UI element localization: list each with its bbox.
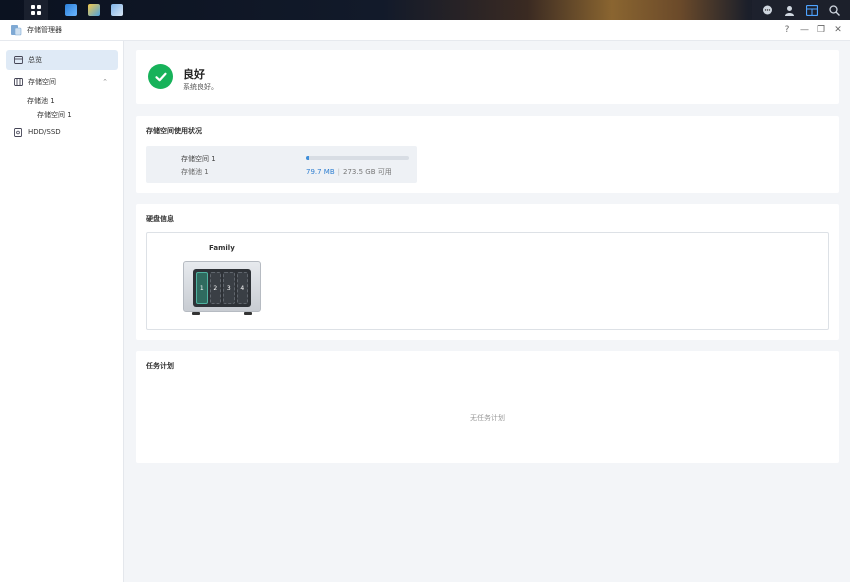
available-size: 273.5 GB 可用: [343, 168, 392, 176]
sidebar-item-storage[interactable]: 存储空间 ⌃: [14, 77, 118, 87]
volume-name: 存储空间 1: [181, 155, 216, 163]
drive-bay[interactable]: 4: [236, 272, 248, 304]
disk-info-panel: 硬盘信息 Family 1 2 3 4: [136, 204, 839, 340]
window-controls: ? — ❐ ✕: [783, 20, 842, 41]
main-menu-button[interactable]: [24, 0, 48, 20]
sidebar-item-label: 存储空间 1: [37, 111, 72, 119]
window-title: 存储管理器: [27, 26, 62, 34]
storage-usage-panel: 存储空间使用状况 存储空间 1 存储池 1 79.7 MB | 273.5 GB 可…: [136, 116, 839, 193]
drive-bay[interactable]: 3: [223, 272, 235, 304]
widgets-icon[interactable]: [805, 3, 819, 17]
nas-foot: [244, 312, 252, 315]
close-button[interactable]: ✕: [834, 20, 842, 41]
taskbar-app-photo[interactable]: [84, 0, 104, 20]
sidebar-item-hdd[interactable]: HDD/SSD: [14, 128, 61, 137]
sidebar-item-overview[interactable]: 总览: [6, 50, 118, 70]
check-circle-icon: [148, 64, 173, 89]
status-title: 良好: [183, 68, 205, 81]
usage-numbers: 79.7 MB | 273.5 GB 可用: [306, 167, 392, 177]
volume-usage-card[interactable]: 存储空间 1 存储池 1 79.7 MB | 273.5 GB 可用: [146, 146, 417, 183]
storage-manager-icon: [111, 4, 123, 16]
drive-bays: 1 2 3 4: [193, 269, 251, 307]
grid-icon: [31, 5, 41, 15]
drive-bay[interactable]: 2: [209, 272, 221, 304]
status-subtitle: 系统良好。: [183, 83, 218, 91]
photo-app-icon: [88, 4, 100, 16]
usage-progress-fill: [306, 156, 310, 160]
pool-name: 存储池 1: [181, 168, 209, 176]
chevron-up-icon[interactable]: ⌃: [102, 78, 108, 86]
nas-name: Family: [209, 244, 235, 252]
help-button[interactable]: ?: [783, 20, 791, 41]
package-center-icon: [65, 4, 77, 16]
minimize-button[interactable]: —: [800, 20, 809, 41]
desktop-taskbar: [0, 0, 850, 20]
section-title: 硬盘信息: [146, 215, 174, 223]
section-title: 任务计划: [146, 362, 174, 370]
used-size: 79.7 MB: [306, 168, 335, 176]
taskbar-tray: [752, 0, 850, 20]
sidebar-item-label: 存储池 1: [27, 97, 55, 105]
chat-icon[interactable]: [760, 3, 774, 17]
search-icon[interactable]: [828, 3, 842, 17]
taskbar-app-package-center[interactable]: [61, 0, 81, 20]
nas-device[interactable]: 1 2 3 4: [183, 261, 261, 315]
user-icon[interactable]: [783, 3, 797, 17]
usage-progress-bar: [306, 156, 409, 160]
disk-frame: Family 1 2 3 4: [146, 232, 829, 330]
sidebar-item-label: 存储空间: [28, 78, 56, 86]
hdd-icon: [14, 128, 23, 137]
taskbar-app-storage-manager[interactable]: [107, 0, 127, 20]
restore-button[interactable]: ❐: [817, 20, 825, 41]
empty-state-text: 无任务计划: [470, 414, 505, 422]
overview-icon: [14, 56, 23, 64]
nas-foot: [192, 312, 200, 315]
status-panel: 良好 系统良好。: [136, 50, 839, 104]
task-schedule-panel: 任务计划 无任务计划: [136, 351, 839, 463]
separator: |: [337, 168, 341, 176]
window-titlebar: 存储管理器 ? — ❐ ✕: [0, 20, 850, 41]
sidebar-item-label: 总览: [28, 56, 42, 64]
storage-icon: [14, 78, 23, 86]
storage-manager-icon: [11, 25, 22, 36]
sidebar-item-label: HDD/SSD: [28, 128, 61, 136]
drive-bay[interactable]: 1: [196, 272, 208, 304]
section-title: 存储空间使用状况: [146, 127, 202, 135]
sidebar-item-pool[interactable]: 存储池 1: [27, 96, 55, 106]
sidebar: 总览 存储空间 ⌃ 存储池 1 存储空间 1 HDD/SSD: [0, 41, 124, 582]
sidebar-item-volume[interactable]: 存储空间 1: [37, 110, 72, 120]
